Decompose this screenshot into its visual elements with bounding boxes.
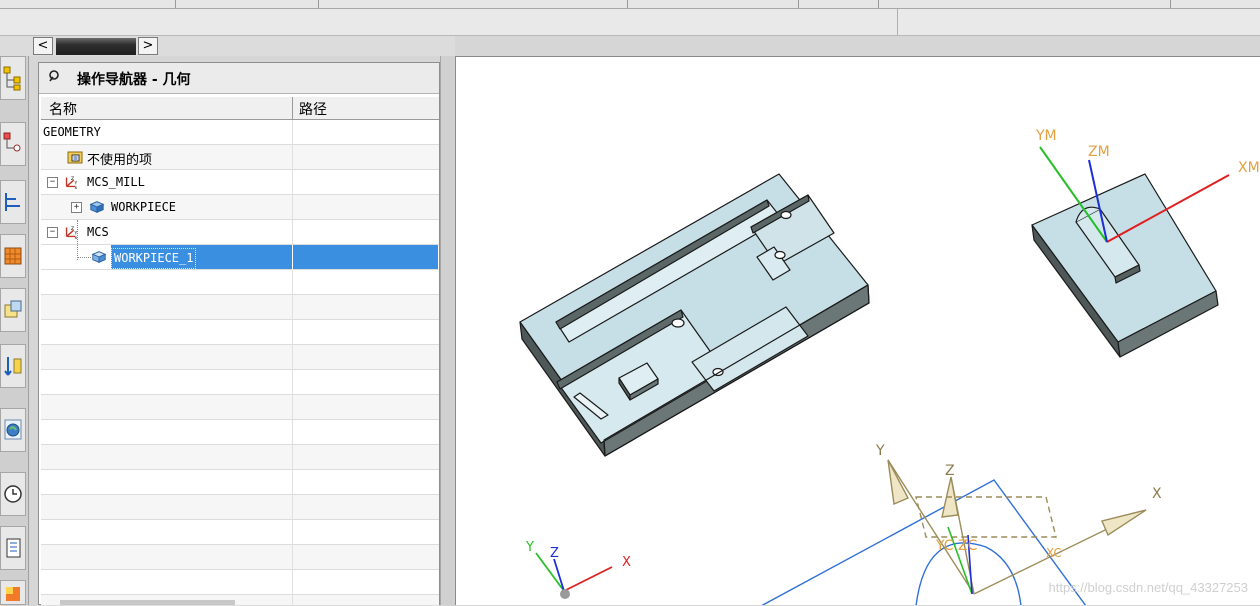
- constraint-navigator-icon[interactable]: [0, 122, 26, 166]
- history-icon[interactable]: [0, 408, 26, 452]
- wcs-rectangle: [761, 479, 1087, 605]
- navigator-title: 操作导航器 - 几何: [77, 72, 191, 88]
- tree-row-workpiece-1[interactable]: WORKPIECE_1: [41, 245, 439, 270]
- large-csys-dynamic: [887, 459, 1147, 595]
- mcs-icon: ZYx: [63, 174, 79, 190]
- triad-z-label: Z: [550, 546, 559, 561]
- ycz-label: YC ZC: [935, 538, 978, 554]
- tree-row-label: WORKPIECE_1: [111, 248, 197, 269]
- zm-label: ZM: [1088, 144, 1110, 160]
- tree-row-mcs-mill[interactable]: − ZYx MCS_MILL: [41, 170, 439, 195]
- empty-row: [41, 320, 439, 345]
- collapse-icon[interactable]: −: [47, 227, 58, 238]
- model-scene: YM ZM XM Y Z X YC ZC XC X Y Z: [519, 128, 1260, 605]
- tree-row-unused-items[interactable]: 不使用的项: [41, 145, 439, 170]
- small-part-model[interactable]: [1031, 173, 1219, 358]
- column-path-header[interactable]: 路径: [299, 99, 327, 119]
- process-navigator-icon[interactable]: [0, 472, 26, 516]
- roles-icon[interactable]: [0, 580, 26, 605]
- pin-icon[interactable]: [47, 69, 61, 87]
- palette-icon[interactable]: [0, 526, 26, 570]
- empty-row: [41, 470, 439, 495]
- tree-row-label: WORKPIECE: [111, 200, 177, 214]
- dyn-z-label: Z: [945, 463, 955, 479]
- tree-row-geometry[interactable]: GEOMETRY: [41, 120, 439, 145]
- graphics-viewport[interactable]: YM ZM XM Y Z X YC ZC XC X Y Z https://bl…: [455, 56, 1260, 605]
- column-header: 名称 路径: [41, 97, 439, 120]
- empty-row: [41, 445, 439, 470]
- main-part-model[interactable]: [519, 173, 870, 457]
- empty-row: [41, 495, 439, 520]
- panel-splitter[interactable]: [440, 56, 456, 605]
- mcs-icon: ZYx: [63, 224, 79, 240]
- navigator-tree: GEOMETRY 不使用的项 − ZYx MCS_MILL + WORKPIEC…: [41, 120, 439, 606]
- resource-bar: [0, 56, 29, 605]
- workpiece-icon: [89, 199, 105, 215]
- tree-row-label: MCS: [87, 225, 109, 239]
- reuse-library-icon[interactable]: [0, 234, 26, 278]
- tree-row-label: 不使用的项: [87, 153, 153, 168]
- hd3d-tools-icon[interactable]: [0, 288, 26, 332]
- ym-label: YM: [1035, 128, 1057, 144]
- tree-row-label: MCS_MILL: [87, 175, 145, 189]
- column-name-header[interactable]: 名称: [49, 99, 77, 119]
- empty-row: [41, 345, 439, 370]
- scroll-right-button[interactable]: >: [138, 37, 158, 55]
- dyn-x-label: X: [1152, 486, 1162, 502]
- svg-text:Z: Z: [71, 226, 74, 232]
- expand-icon[interactable]: +: [71, 202, 82, 213]
- view-triad: [535, 552, 613, 599]
- assembly-navigator-icon[interactable]: [0, 56, 26, 100]
- navigator-title-bar: 操作导航器 - 几何: [39, 63, 439, 94]
- empty-row: [41, 545, 439, 570]
- operation-navigator-panel: 操作导航器 - 几何 名称 路径 GEOMETRY 不使用的项 − ZYx MC: [38, 62, 440, 606]
- secondary-toolbar: [0, 9, 1260, 36]
- navigator-horizontal-scrollbar[interactable]: [60, 600, 235, 605]
- empty-row: [41, 570, 439, 595]
- tree-row-label: GEOMETRY: [43, 125, 101, 139]
- xc-label: XC: [1046, 546, 1062, 560]
- svg-text:x: x: [75, 186, 78, 190]
- empty-row: [41, 520, 439, 545]
- horizontal-scroll-thumb[interactable]: [56, 38, 136, 55]
- svg-text:Z: Z: [71, 176, 74, 182]
- tree-row-workpiece[interactable]: + WORKPIECE: [41, 195, 439, 220]
- empty-row: [41, 395, 439, 420]
- empty-row: [41, 295, 439, 320]
- empty-row: [41, 370, 439, 395]
- svg-text:x: x: [75, 236, 78, 240]
- workpiece-icon: [91, 249, 107, 265]
- empty-row: [41, 420, 439, 445]
- scroll-left-button[interactable]: <: [33, 37, 53, 55]
- collapse-icon[interactable]: −: [47, 177, 58, 188]
- triad-x-label: X: [622, 555, 631, 570]
- web-browser-icon[interactable]: [0, 344, 26, 388]
- triad-y-label: Y: [525, 540, 534, 555]
- dyn-y-label: Y: [875, 443, 885, 459]
- watermark-text: https://blog.csdn.net/qq_43327253: [1048, 580, 1249, 595]
- top-toolbar-strip: [0, 0, 1260, 9]
- tree-row-mcs[interactable]: − ZYx MCS: [41, 220, 439, 245]
- xm-label: XM: [1238, 160, 1260, 176]
- empty-row: [41, 270, 439, 295]
- part-navigator-icon[interactable]: [0, 180, 26, 224]
- folder-icon: [67, 149, 83, 165]
